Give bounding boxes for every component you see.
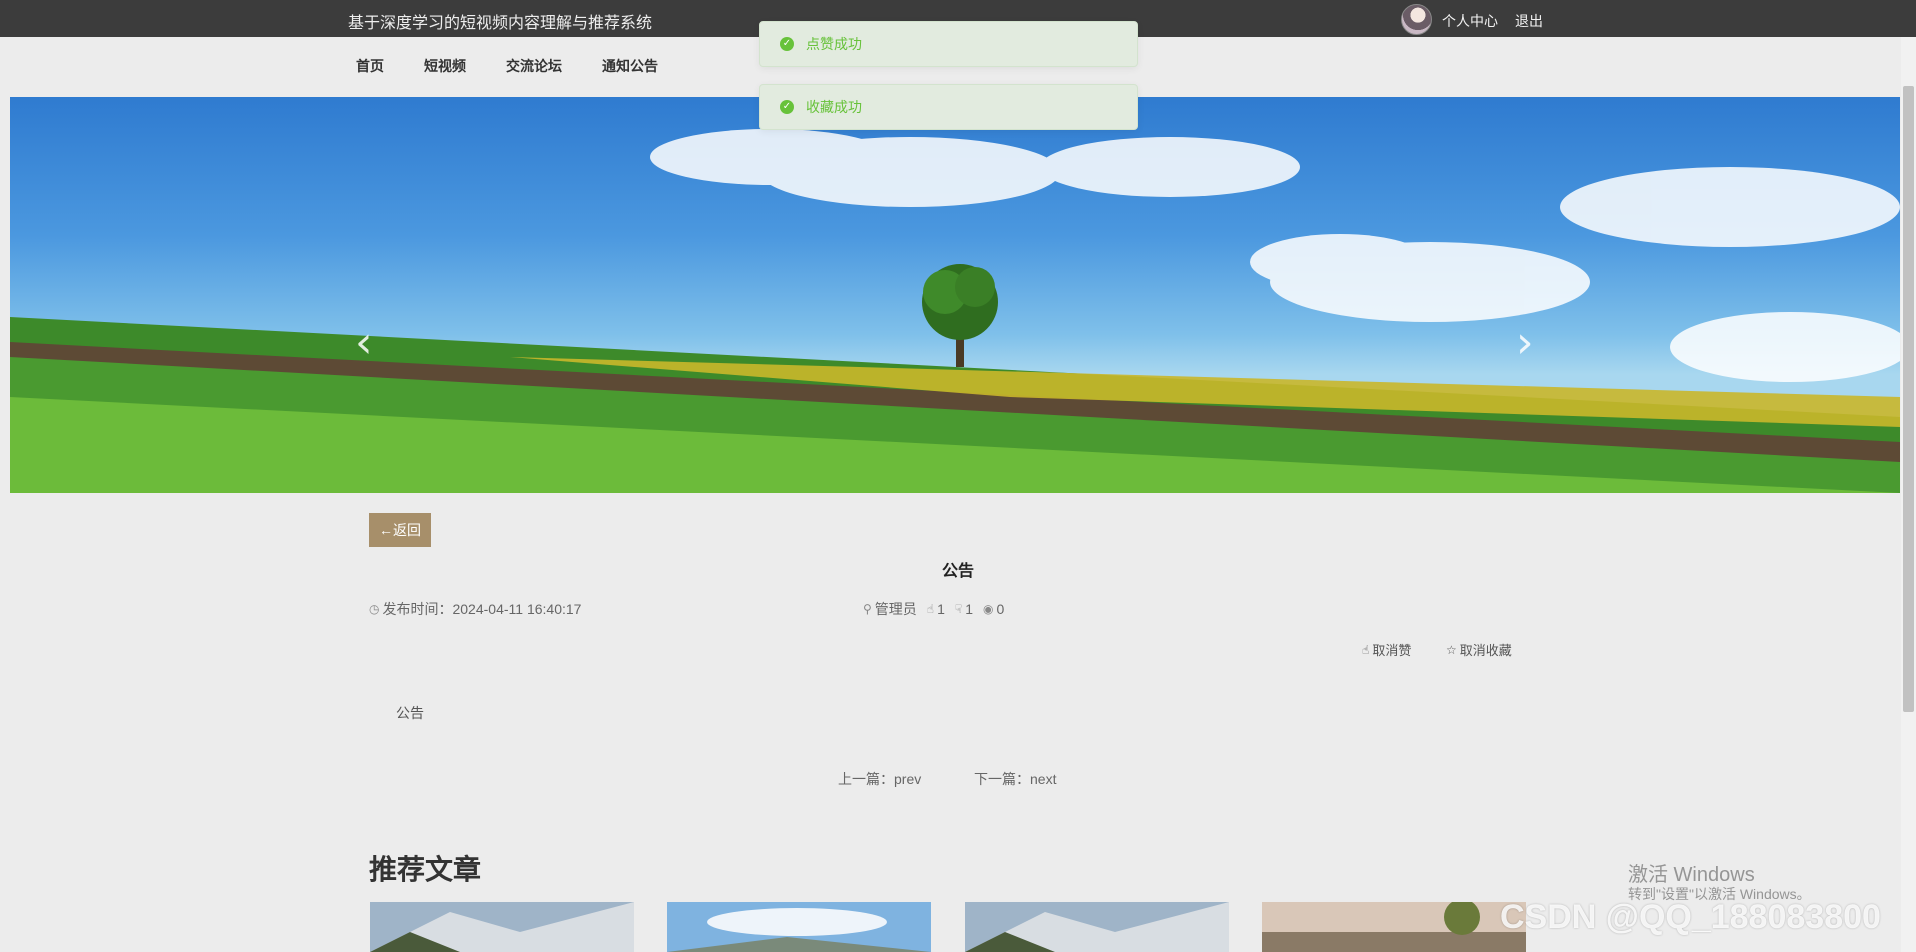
user-avatar[interactable]: [1401, 4, 1432, 35]
recommend-card-3[interactable]: [965, 902, 1229, 952]
recommend-card-2[interactable]: [667, 902, 931, 952]
user-icon: ⚲: [863, 602, 872, 616]
main-nav: 首页 短视频 交流论坛 通知公告: [356, 56, 698, 76]
banner-carousel: ‹ ›: [10, 97, 1900, 493]
nav-short-video[interactable]: 短视频: [424, 56, 466, 76]
carousel-next-arrow[interactable]: ›: [1516, 321, 1534, 365]
unlike-button[interactable]: ☝ 取消赞: [1362, 640, 1411, 659]
toast-favorite-success: ✓ 收藏成功: [759, 84, 1138, 130]
recommend-card-1[interactable]: [370, 902, 634, 952]
recommend-card-4[interactable]: [1262, 902, 1526, 952]
star-icon: ☆: [1446, 642, 1457, 657]
windows-activate-title: 激活 Windows: [1628, 864, 1755, 886]
card-thumbnail: [370, 902, 634, 952]
check-circle-icon: ✓: [780, 100, 794, 114]
nav-forum[interactable]: 交流论坛: [506, 56, 562, 76]
banner-landscape-image: [10, 129, 1900, 493]
unlike-label: 取消赞: [1372, 643, 1412, 658]
carousel-prev-arrow[interactable]: ‹: [355, 321, 373, 365]
article-stats: ⚲ 管理员 ☝ 1 ☟ 1 ◉ 0: [863, 599, 1004, 619]
logout-link[interactable]: 退出: [1515, 11, 1543, 31]
check-circle-icon: ✓: [780, 37, 794, 51]
back-button[interactable]: ←返回: [369, 513, 431, 547]
unfavorite-label: 取消收藏: [1459, 643, 1512, 658]
scrollbar-thumb[interactable]: [1903, 86, 1914, 712]
author-name: 管理员: [874, 601, 917, 617]
clock-icon: ◷: [369, 602, 380, 616]
thumb-up-icon: ☝: [926, 602, 935, 616]
eye-icon: ◉: [983, 602, 994, 616]
nav-notice[interactable]: 通知公告: [602, 56, 658, 76]
card-thumbnail: [965, 902, 1229, 952]
like-count: 1: [937, 601, 945, 617]
toast-message: 点赞成功: [806, 36, 862, 52]
nav-home[interactable]: 首页: [356, 56, 384, 76]
toast-like-success: ✓ 点赞成功: [759, 21, 1138, 67]
recommend-section-title: 推荐文章: [369, 854, 482, 885]
card-thumbnail: [667, 902, 931, 952]
article-content: 公告: [396, 705, 424, 721]
unfavorite-button[interactable]: ☆ 取消收藏: [1446, 640, 1512, 659]
site-title: 基于深度学习的短视频内容理解与推荐系统: [348, 15, 653, 32]
user-center-link[interactable]: 个人中心: [1442, 11, 1498, 31]
csdn-watermark: CSDN @QQ_188083800: [1500, 898, 1881, 936]
thumb-down-icon: ☟: [954, 602, 963, 616]
card-thumbnail: [1262, 902, 1526, 952]
publish-time-text: 发布时间：2024-04-11 16:40:17: [382, 601, 582, 617]
next-article-link[interactable]: 下一篇：next: [974, 769, 1056, 789]
toast-message: 收藏成功: [806, 99, 862, 115]
dislike-count: 1: [965, 601, 974, 617]
view-count: 0: [996, 601, 1005, 617]
prev-article-link[interactable]: 上一篇：prev: [838, 769, 921, 789]
publish-time: ◷ 发布时间：2024-04-11 16:40:17: [369, 599, 581, 619]
thumb-up-icon: ☝: [1362, 642, 1370, 657]
article-title: 公告: [941, 563, 974, 580]
